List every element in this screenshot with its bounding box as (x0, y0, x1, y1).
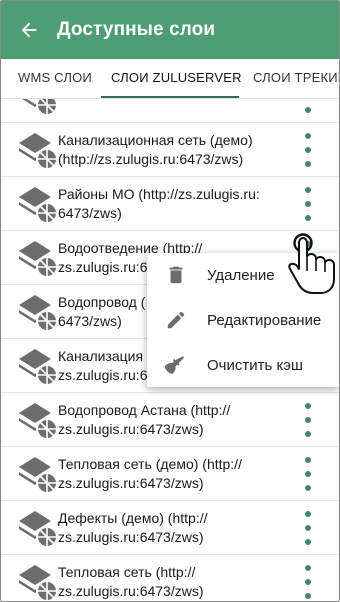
layer-row[interactable]: Тепловая сеть (демо) (http:// zs.zulugis.… (1, 447, 339, 501)
more-dot-icon (305, 215, 311, 221)
layer-icon (17, 291, 59, 333)
more-dot-icon (305, 133, 311, 139)
menu-label-edit: Редактирование (207, 311, 322, 329)
layer-icon (17, 237, 59, 279)
trash-icon (169, 266, 183, 284)
tab-wms-layers[interactable]: WMS СЛОИ (18, 59, 92, 98)
more-dot-icon (305, 593, 311, 599)
pencil-icon (167, 311, 185, 329)
layer-icon (17, 183, 59, 225)
more-dot-icon (305, 403, 311, 409)
tab-tracking-layers[interactable]: СЛОИ ТРЕКИН (253, 59, 339, 98)
layer-label: Водопровод Астана (http:// zs.zulugis.ru:… (58, 401, 288, 439)
layer-label-line2: 6473/zws) (58, 205, 122, 221)
menu-item-edit[interactable]: Редактирование (147, 298, 339, 342)
menu-label-delete: Удаление (207, 266, 275, 284)
page-title: Доступные слои (57, 19, 216, 40)
layer-label-line1: Тепловая сеть (http:// (58, 564, 196, 580)
layer-label-line2: zs.zulugis.ru:6473/zws) (58, 529, 204, 545)
broom-icon (165, 356, 185, 374)
layer-icon (17, 345, 59, 387)
layer-label-line1: Дефекты (демо) (http:// (58, 510, 208, 526)
layer-row[interactable]: (http://zs.zulugis.ru:6473/zws) (1, 99, 339, 123)
more-options-button[interactable] (297, 99, 319, 115)
layer-row[interactable]: Районы МО (http://zs.zulugis.ru: 6473/zws… (1, 177, 339, 231)
layer-label-line2: zs.zulugis.ru:6473/zws) (58, 421, 204, 437)
layer-label-line1: Водопровод Астана (http:// (58, 402, 231, 418)
app-screen: Доступные слои WMS СЛОИ СЛОИ ZULUSERVER … (0, 0, 340, 602)
tab-bar: WMS СЛОИ СЛОИ ZULUSERVER СЛОИ ТРЕКИН (1, 59, 339, 99)
tab-zuluserver-layers[interactable]: СЛОИ ZULUSERVER (111, 59, 242, 98)
more-options-button[interactable] (297, 455, 319, 493)
layer-row[interactable]: Канализационная сеть (демо) (http://zs.zu… (1, 123, 339, 177)
more-options-button[interactable] (297, 563, 319, 601)
layer-row[interactable]: Тепловая сеть (http:// zs.zulugis.ru:6473… (1, 555, 339, 601)
more-dot-icon (305, 457, 311, 463)
tap-hand-icon (288, 233, 335, 294)
more-dot-icon (305, 525, 311, 531)
layer-label: Тепловая сеть (демо) (http:// zs.zulugis.… (58, 455, 288, 493)
layer-row[interactable]: Водопровод Астана (http:// zs.zulugis.ru:… (1, 393, 339, 447)
layer-label-line2: zs.zulugis.ru:6473/zws) (58, 583, 204, 599)
more-dot-icon (305, 579, 311, 585)
more-dot-icon (305, 431, 311, 437)
layer-label: Районы МО (http://zs.zulugis.ru: 6473/zws… (58, 185, 288, 223)
layer-row[interactable]: Дефекты (демо) (http:// zs.zulugis.ru:647… (1, 501, 339, 555)
more-options-button[interactable] (297, 185, 319, 223)
more-options-button[interactable] (297, 401, 319, 439)
layer-label-line1: Районы МО (http://zs.zulugis.ru: (58, 186, 260, 202)
more-dot-icon (305, 539, 311, 545)
more-dot-icon (305, 107, 311, 113)
layer-icon (17, 99, 59, 117)
more-dot-icon (305, 161, 311, 167)
more-dot-icon (305, 471, 311, 477)
more-options-button[interactable] (297, 131, 319, 169)
layer-label-line1: Канализационная сеть (демо) (58, 132, 253, 148)
menu-item-clear-cache[interactable]: Очистить кэш (147, 343, 339, 387)
back-button[interactable] (1, 1, 57, 59)
layer-label: Канализационная сеть (демо) (http://zs.zu… (58, 131, 288, 169)
more-dot-icon (305, 417, 311, 423)
more-options-button[interactable] (297, 509, 319, 547)
more-dot-icon (305, 565, 311, 571)
menu-label-clear-cache: Очистить кэш (207, 356, 303, 374)
more-dot-icon (305, 485, 311, 491)
more-dot-icon (305, 511, 311, 517)
layer-label-line2: zs.zulugis.ru:6473/zws) (58, 475, 204, 491)
app-bar: Доступные слои (1, 1, 339, 59)
layer-icon (17, 129, 59, 171)
layer-label-line1: Тепловая сеть (демо) (http:// (58, 456, 242, 472)
more-dot-icon (305, 147, 311, 153)
layer-icon (17, 561, 59, 601)
layer-label-line2: (http://zs.zulugis.ru:6473/zws) (58, 151, 244, 167)
layer-icon (17, 507, 59, 549)
arrow-left-icon (21, 22, 37, 38)
layer-label: Тепловая сеть (http:// zs.zulugis.ru:6473… (58, 563, 288, 601)
layer-icon (17, 399, 59, 441)
more-dot-icon (305, 201, 311, 207)
layer-icon (17, 453, 59, 495)
layer-label: Дефекты (демо) (http:// zs.zulugis.ru:647… (58, 509, 288, 547)
more-dot-icon (305, 187, 311, 193)
